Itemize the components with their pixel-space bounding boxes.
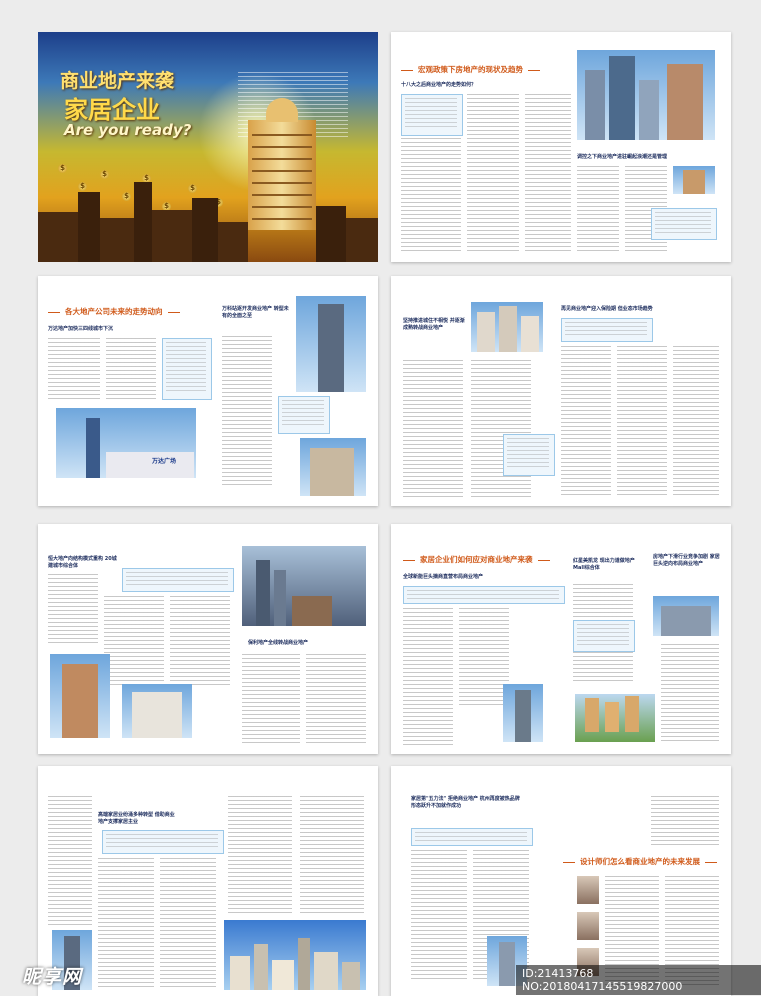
article-subtitle: 房地产下滑行业竞争加剧 家居巨头逆向布局商业地产	[653, 554, 720, 567]
coin-icon: $	[100, 170, 109, 179]
article-subtitle: 坚持推进城住不相悦 并逐渐成熟转战商业地产	[403, 318, 465, 331]
article-subtitle: 万科站逐开发商业地产 转型未有的全面之至	[222, 306, 289, 319]
cover-headline-1: 商业地产来袭	[60, 70, 175, 92]
text-column	[673, 346, 719, 496]
designer-portrait	[577, 912, 599, 940]
tower-photo	[503, 684, 543, 742]
highlight-box	[411, 828, 533, 846]
text-column	[104, 596, 164, 686]
text-column	[651, 796, 719, 846]
coin-icon: $	[58, 164, 67, 173]
text-column	[170, 596, 230, 686]
text-column	[306, 654, 366, 746]
article-subtitle: 万达地产加快三四线城市下沉	[48, 326, 114, 332]
coin-icon: $	[188, 184, 197, 193]
apartment-photo	[122, 684, 192, 738]
site-logo: 昵享网	[22, 966, 83, 988]
page-furniture-response: 家居企业们如何应对商业地产来袭 全球新能巨头摘商直营布局商业地产 红星美凯龙 现…	[391, 524, 731, 754]
highlight-box	[401, 94, 463, 136]
residential-photo	[300, 438, 366, 496]
cover-page: 商业地产来袭 家居企业 Are you ready? $ $ $ $ $ $ $…	[38, 32, 378, 262]
text-column	[228, 796, 292, 916]
section-title: 各大地产公司未来的走势动向	[48, 306, 180, 317]
image-id-label: ID:21413768 NO:20180417145519827000	[516, 965, 761, 995]
text-column	[661, 644, 719, 744]
section-title: 宏观政策下房地产的现状及趋势	[401, 64, 540, 75]
article-subtitle: 家居第"五力法" 拒绝商业地产 杭州再度被热品牌形态跃升不加就作成功	[411, 796, 520, 809]
article-subtitle: 再见商业地产迎入保险期 但业态市场趋势	[561, 306, 653, 312]
cover-headline-2: 家居企业	[64, 96, 160, 124]
highlight-box	[278, 396, 330, 434]
text-column	[467, 94, 519, 254]
wanda-plaza-photo: 万达广场	[56, 408, 196, 478]
cover-headline-english: Are you ready?	[64, 121, 192, 139]
section-title: 设计师们怎么看商业地产的未来发展	[563, 856, 717, 867]
text-column	[577, 166, 619, 254]
highlight-box	[162, 338, 212, 400]
text-column	[617, 346, 667, 496]
mall-photo	[653, 596, 719, 636]
text-column	[48, 796, 92, 926]
text-column	[300, 796, 364, 916]
page-designers-view: 家居第"五力法" 拒绝商业地产 杭州再度被热品牌形态跃升不加就作成功 设计师们怎…	[391, 766, 731, 996]
cover-building	[248, 98, 316, 230]
text-column	[403, 360, 463, 498]
page-developers-trends: 各大地产公司未来的走势动向 万达地产加快三四线城市下沉 万达广场 万科站逐开发商…	[38, 276, 378, 506]
highlight-box	[651, 208, 717, 240]
text-column	[561, 346, 611, 496]
text-column	[525, 94, 571, 254]
article-subtitle: 十八大之后商业地产的走势如何？	[401, 82, 477, 88]
coin-icon: $	[78, 182, 87, 191]
highlight-box	[122, 568, 234, 592]
wanda-sign: 万达广场	[152, 458, 177, 465]
text-column	[403, 608, 453, 746]
article-subtitle: 保利地产全线转战商业地产	[248, 640, 309, 646]
tower-photo	[50, 654, 110, 738]
city-skyline-photo	[242, 546, 366, 626]
text-column	[160, 858, 216, 988]
highlight-box	[102, 830, 224, 854]
section-title: 家居企业们如何应对商业地产来袭	[403, 554, 550, 565]
text-column	[48, 338, 100, 402]
page-evergrande-poly: 恒大地产向结构模式重构 20城建城市综合体 保利地产全线转战商业地产	[38, 524, 378, 754]
complex-render-photo	[575, 694, 655, 742]
page-high-end-transformation: 高端家居业纷涌多种转型 借助商业地产支撑家居主业	[38, 766, 378, 996]
city-panorama-photo	[224, 920, 366, 990]
office-tower-photo	[296, 296, 366, 392]
text-column	[106, 338, 156, 402]
highlight-box	[561, 318, 653, 342]
page-macro-policy: 宏观政策下房地产的现状及趋势 十八大之后商业地产的走势如何？ 调控之下商业地产进…	[391, 32, 731, 262]
apartment-photo	[471, 302, 543, 352]
highlight-box	[503, 434, 555, 476]
text-column	[471, 360, 531, 498]
text-column	[459, 608, 509, 708]
skyscraper-photo	[577, 50, 715, 140]
designer-portrait	[577, 876, 599, 904]
text-column	[401, 138, 461, 254]
article-subtitle: 恒大地产向结构模式重构 20城建城市综合体	[48, 556, 117, 569]
page-residential-shift: 坚持推进城住不相悦 并逐渐成熟转战商业地产 再见商业地产迎入保险期 但业态市场趋…	[391, 276, 731, 506]
highlight-box	[403, 586, 565, 604]
article-subtitle: 调控之下商业地产进驻崛起浪潮还是管理	[577, 154, 668, 160]
article-subtitle: 红星美凯龙 现出力道做地产Mall综合体	[573, 558, 635, 571]
text-column	[411, 850, 467, 980]
article-subtitle: 全球新能巨头摘商直营布局商业地产	[403, 574, 484, 580]
article-subtitle: 高端家居业纷涌多种转型 借助商业地产支撑家居主业	[98, 812, 175, 825]
building-photo	[673, 166, 715, 194]
text-column	[222, 336, 272, 486]
text-column	[48, 574, 98, 644]
coin-icon: $	[122, 192, 131, 201]
text-column	[242, 654, 300, 746]
highlight-box	[573, 620, 635, 652]
text-column	[98, 858, 154, 988]
